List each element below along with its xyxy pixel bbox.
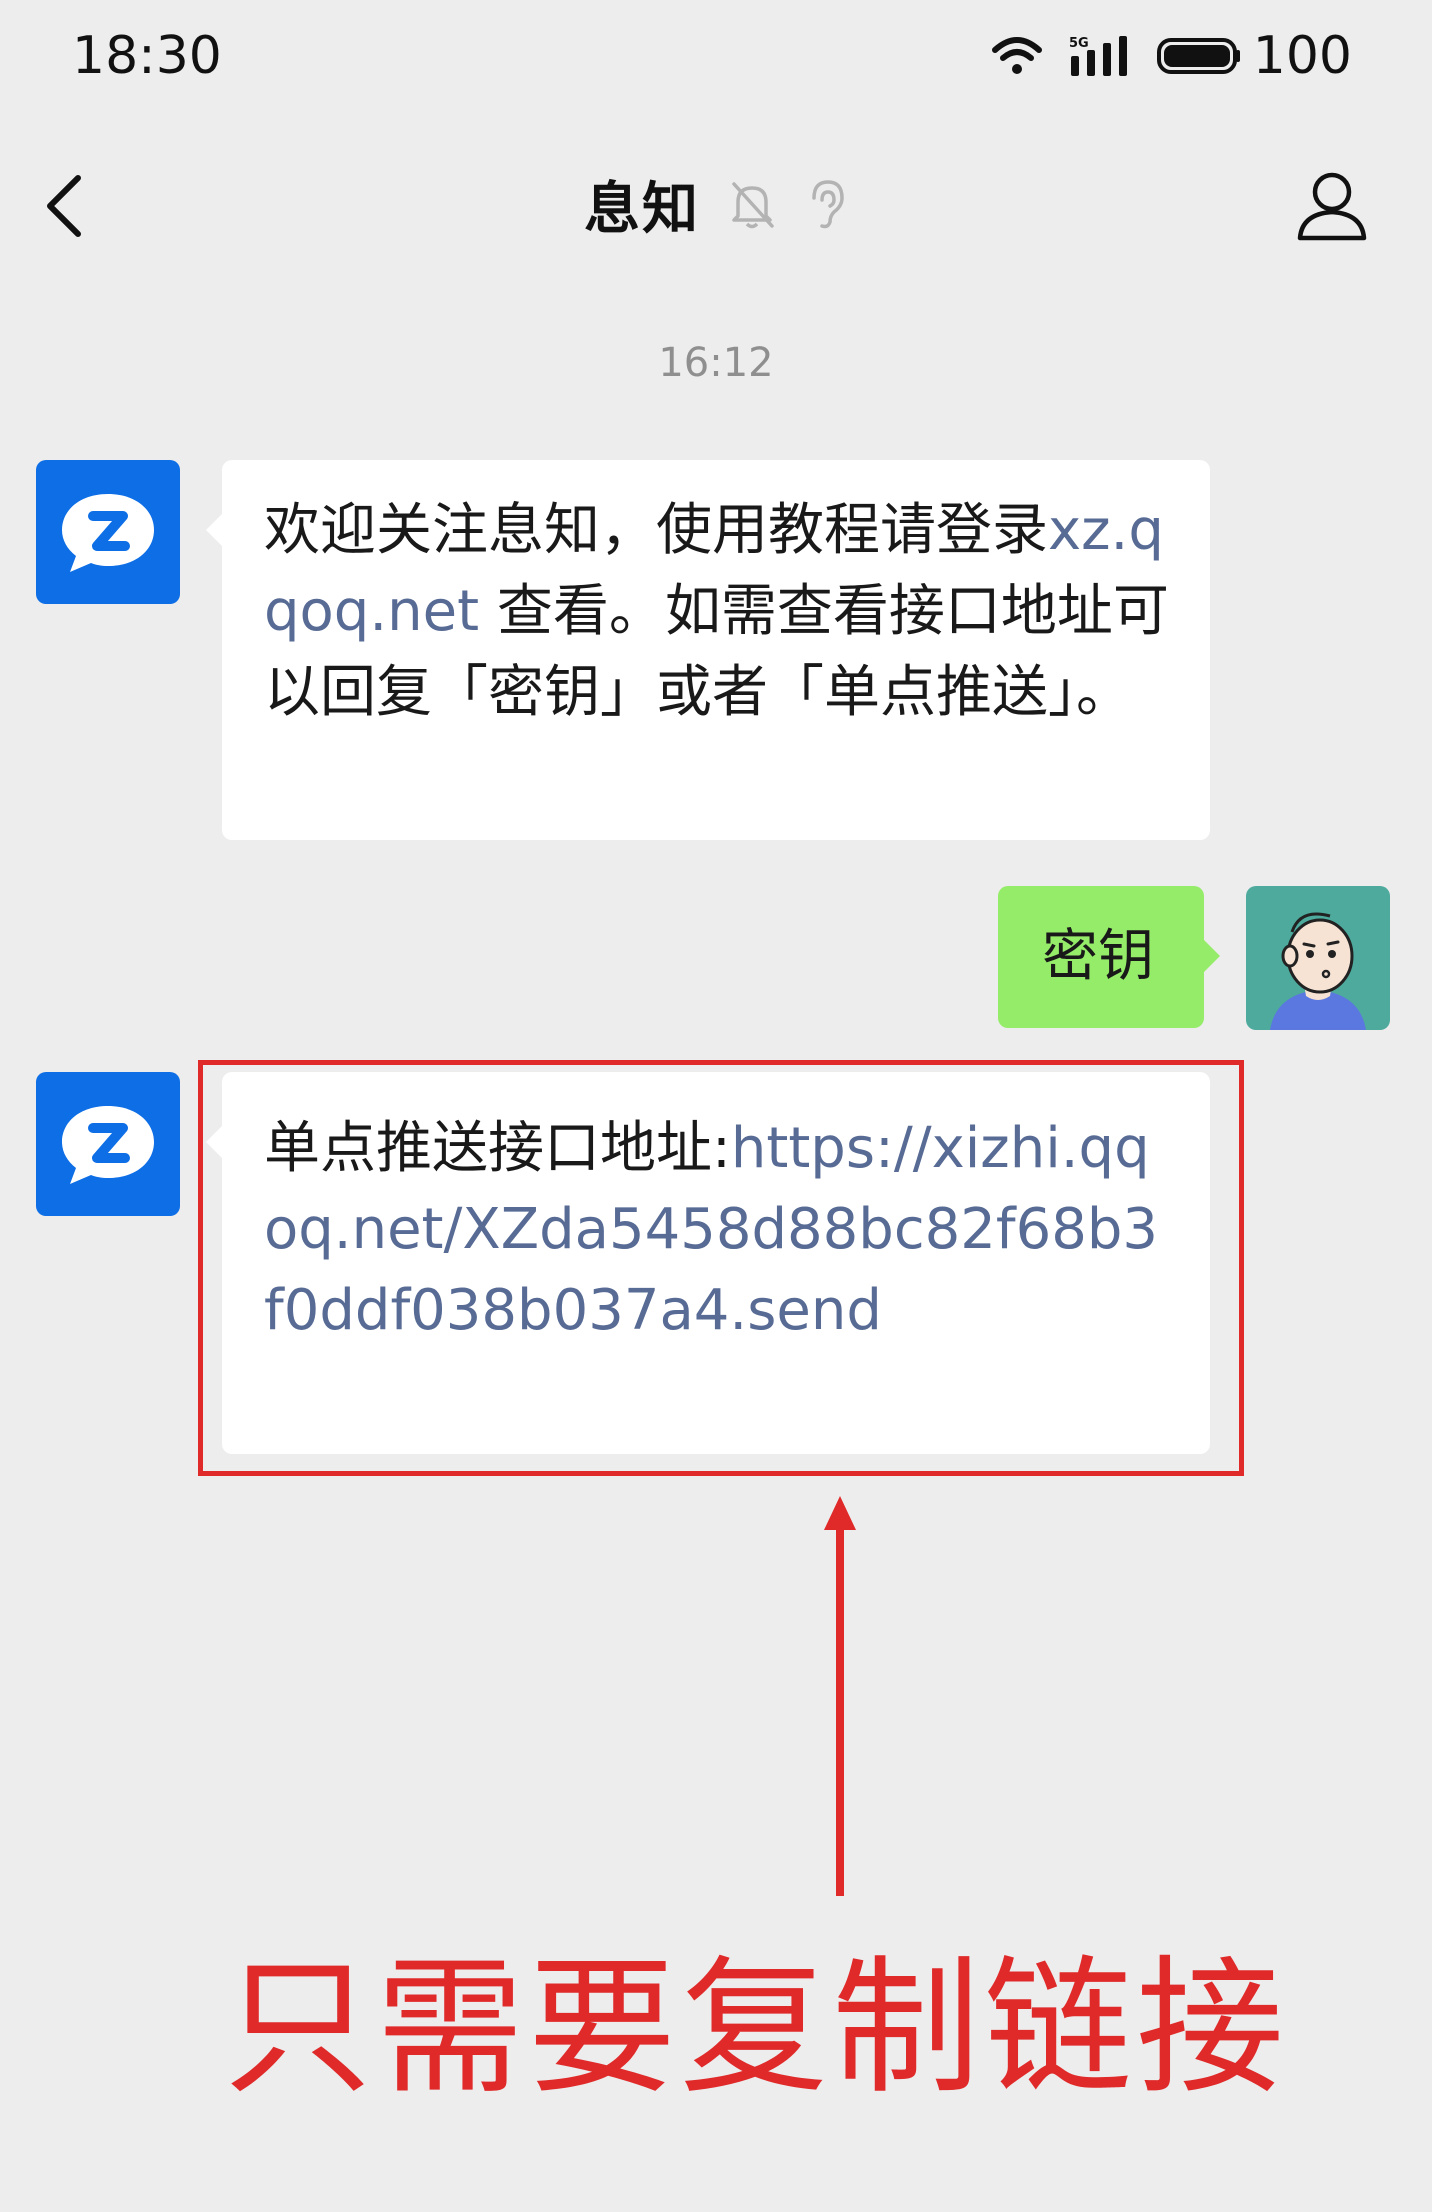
battery-level: 100 [1252,26,1352,86]
status-time: 18:30 [72,26,222,86]
status-bar: 18:30 5G 100 [0,0,1432,120]
wifi-icon [991,37,1042,74]
highlight-box [198,1060,1244,1476]
title-group: 息知 [0,164,1432,244]
status-indicators: 5G 100 [991,26,1352,86]
mute-bell-icon [732,182,774,229]
cartoon-person-avatar-icon [1270,912,1366,1030]
chat-title: 息知 [584,176,700,242]
profile-icon[interactable] [1292,166,1372,246]
message-text: 密钥 [1042,924,1154,989]
message-bubble-welcome[interactable]: 欢迎关注息知，使用教程请登录xz.qqoq.net 查看。如需查看接口地址可以回… [206,460,1210,840]
nav-bar: 息知 [0,140,1432,270]
chat-bubble-logo-icon [62,1106,154,1184]
message-timestamp: 16:12 [658,340,774,386]
message-bubble-key[interactable]: 密钥 [998,886,1220,1028]
bot-avatar[interactable] [36,1072,180,1216]
up-arrow-icon [824,1496,856,1896]
annotation-caption: 只需要复制链接 [224,1942,1288,2114]
bot-avatar[interactable] [36,460,180,604]
signal-icon: 5G [1069,36,1127,76]
ear-icon [812,180,844,229]
network-label: 5G [1069,36,1089,51]
user-avatar[interactable] [1246,886,1390,1030]
battery-icon [1156,38,1240,74]
chat-bubble-logo-icon [62,494,154,572]
message-text-intro: 欢迎关注息知，使用教程请登录 [264,498,1048,563]
message-text: 欢迎关注息知，使用教程请登录xz.qqoq.net 查看。如需查看接口地址可以回… [264,498,1169,725]
